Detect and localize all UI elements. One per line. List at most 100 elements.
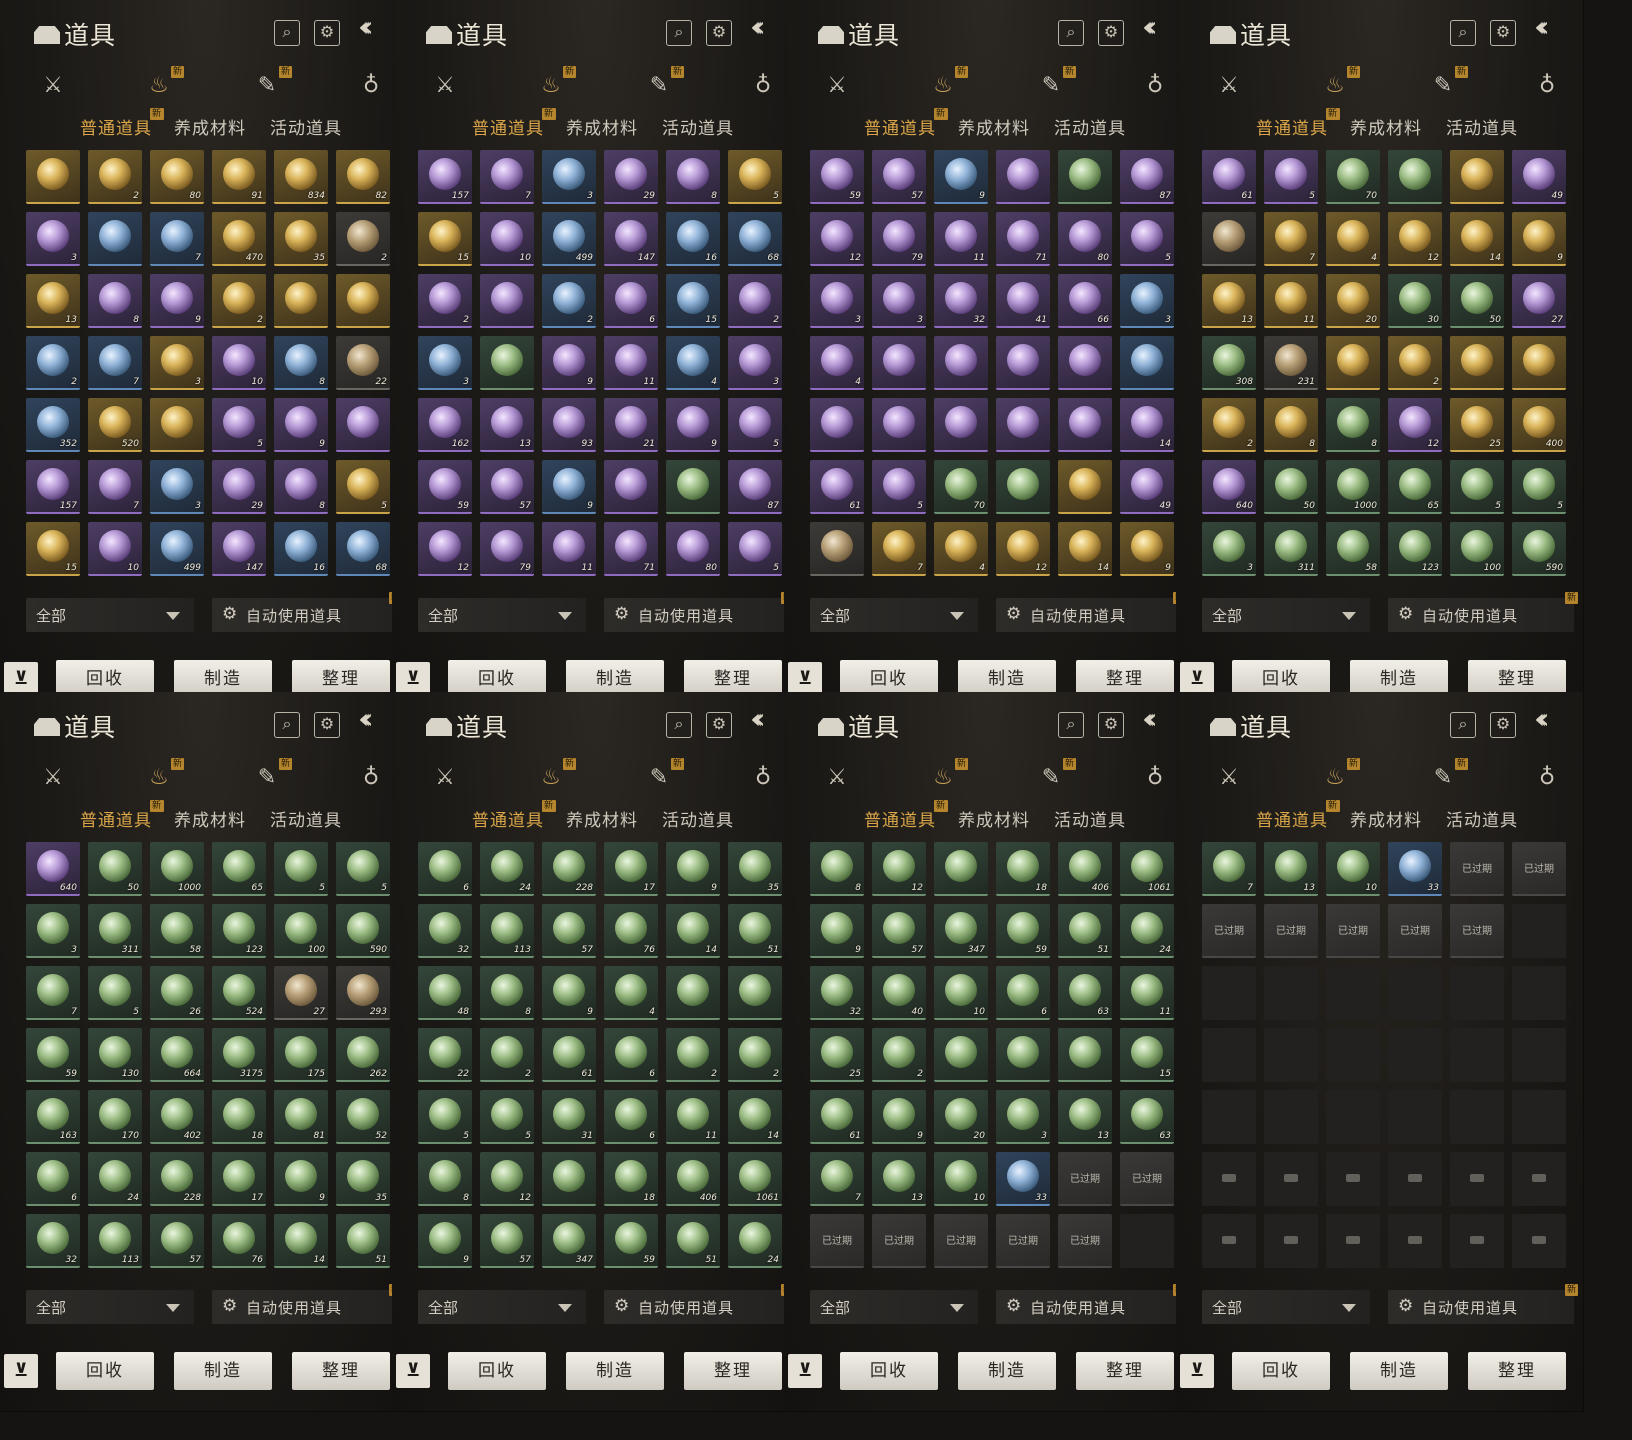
item-slot[interactable]: 3 bbox=[1202, 522, 1256, 576]
back-arrows-icon[interactable]: ‹‹‹ bbox=[1142, 10, 1157, 43]
item-slot[interactable]: 20 bbox=[934, 1090, 988, 1144]
item-slot[interactable]: 9 bbox=[1120, 522, 1174, 576]
item-slot[interactable]: 8 bbox=[274, 460, 328, 514]
item-slot[interactable]: 35 bbox=[336, 1152, 390, 1206]
item-slot[interactable]: 15 bbox=[666, 274, 720, 328]
item-slot[interactable]: 14 bbox=[274, 1214, 328, 1268]
item-slot[interactable]: 9 bbox=[542, 966, 596, 1020]
tab-common-items[interactable]: 普通道具新 bbox=[864, 108, 948, 139]
item-slot[interactable]: 57 bbox=[480, 460, 534, 514]
item-slot[interactable]: 13 bbox=[1264, 842, 1318, 896]
item-slot[interactable]: 41 bbox=[996, 274, 1050, 328]
item-slot[interactable]: 10 bbox=[480, 212, 534, 266]
item-slot[interactable]: 5 bbox=[728, 522, 782, 576]
item-slot[interactable]: 590 bbox=[1512, 522, 1566, 576]
item-slot[interactable]: 76 bbox=[212, 1214, 266, 1268]
item-slot[interactable] bbox=[1202, 212, 1256, 266]
tab-event-items[interactable]: 活动道具 bbox=[1446, 114, 1518, 139]
category-scrolls[interactable]: ✎ 新 bbox=[250, 66, 292, 104]
item-slot[interactable]: 8 bbox=[666, 150, 720, 204]
item-slot[interactable]: 9 bbox=[274, 398, 328, 452]
item-slot[interactable] bbox=[934, 398, 988, 452]
item-slot[interactable]: 57 bbox=[542, 904, 596, 958]
item-slot[interactable]: 157 bbox=[418, 150, 472, 204]
item-slot[interactable]: 已过期 bbox=[1120, 1152, 1174, 1206]
item-slot[interactable] bbox=[604, 460, 658, 514]
item-slot[interactable]: 6 bbox=[604, 274, 658, 328]
item-slot[interactable]: 402 bbox=[150, 1090, 204, 1144]
category-quest[interactable]: ♁ bbox=[1530, 762, 1564, 796]
item-slot[interactable]: 18 bbox=[996, 842, 1050, 896]
craft-button[interactable]: 制造 bbox=[174, 1352, 272, 1390]
item-slot[interactable] bbox=[1326, 336, 1380, 390]
item-slot[interactable]: 3 bbox=[418, 336, 472, 390]
auto-use-button[interactable]: ⚙ 自动使用道具 新 bbox=[996, 592, 1186, 632]
item-slot[interactable]: 已过期 bbox=[1450, 842, 1504, 896]
auto-use-button[interactable]: ⚙ 自动使用道具 新 bbox=[1388, 592, 1578, 632]
tab-common-items[interactable]: 普通道具新 bbox=[472, 800, 556, 831]
item-slot[interactable] bbox=[1450, 150, 1504, 204]
item-slot[interactable]: 81 bbox=[274, 1090, 328, 1144]
item-slot[interactable]: 147 bbox=[212, 522, 266, 576]
item-slot[interactable]: 59 bbox=[604, 1214, 658, 1268]
item-slot[interactable]: 262 bbox=[336, 1028, 390, 1082]
item-slot[interactable]: 31 bbox=[542, 1090, 596, 1144]
category-equipment[interactable]: ⚔ bbox=[36, 70, 70, 104]
item-slot[interactable]: 11 bbox=[1264, 274, 1318, 328]
item-slot[interactable]: 4 bbox=[810, 336, 864, 390]
item-slot[interactable]: 2 bbox=[666, 1028, 720, 1082]
item-slot[interactable]: 71 bbox=[996, 212, 1050, 266]
item-slot[interactable]: 71 bbox=[604, 522, 658, 576]
sort-button[interactable]: 整理 bbox=[1076, 1352, 1174, 1390]
tab-cultivation-materials[interactable]: 养成材料 bbox=[1350, 806, 1422, 831]
search-button[interactable]: ⌕ bbox=[1450, 20, 1476, 46]
category-scrolls[interactable]: ✎ 新 bbox=[1034, 66, 1076, 104]
item-slot[interactable] bbox=[666, 460, 720, 514]
tab-event-items[interactable]: 活动道具 bbox=[1446, 806, 1518, 831]
item-slot[interactable]: 12 bbox=[418, 522, 472, 576]
back-arrows-icon[interactable]: ‹‹‹ bbox=[1534, 702, 1549, 735]
tab-event-items[interactable]: 活动道具 bbox=[270, 806, 342, 831]
item-slot[interactable]: 已过期 bbox=[1058, 1214, 1112, 1268]
item-slot[interactable] bbox=[274, 274, 328, 328]
item-slot[interactable]: 157 bbox=[26, 460, 80, 514]
item-slot[interactable]: 30 bbox=[1388, 274, 1442, 328]
item-slot[interactable]: 590 bbox=[336, 904, 390, 958]
category-equipment[interactable]: ⚔ bbox=[1212, 762, 1246, 796]
item-slot[interactable]: 3 bbox=[810, 274, 864, 328]
item-slot[interactable]: 5 bbox=[336, 460, 390, 514]
search-button[interactable]: ⌕ bbox=[1058, 20, 1084, 46]
item-slot[interactable]: 2 bbox=[480, 1028, 534, 1082]
item-slot[interactable]: 8 bbox=[418, 1152, 472, 1206]
item-slot[interactable]: 59 bbox=[418, 460, 472, 514]
search-button[interactable]: ⌕ bbox=[274, 20, 300, 46]
item-slot[interactable]: 7 bbox=[810, 1152, 864, 1206]
item-slot[interactable]: 3 bbox=[728, 336, 782, 390]
item-slot[interactable] bbox=[996, 336, 1050, 390]
item-slot[interactable] bbox=[934, 336, 988, 390]
item-slot[interactable]: 35 bbox=[728, 842, 782, 896]
recycle-button[interactable]: 回收 bbox=[56, 1352, 154, 1390]
item-slot[interactable]: 50 bbox=[1450, 274, 1504, 328]
item-slot[interactable]: 231 bbox=[1264, 336, 1318, 390]
item-slot[interactable] bbox=[150, 398, 204, 452]
item-slot[interactable]: 3 bbox=[542, 150, 596, 204]
item-slot[interactable]: 12 bbox=[1388, 212, 1442, 266]
item-slot[interactable]: 51 bbox=[1058, 904, 1112, 958]
item-slot[interactable]: 13 bbox=[480, 398, 534, 452]
item-slot[interactable]: 32 bbox=[418, 904, 472, 958]
item-slot[interactable]: 175 bbox=[274, 1028, 328, 1082]
item-slot[interactable]: 5 bbox=[1264, 150, 1318, 204]
settings-button[interactable]: ⚙ bbox=[1098, 20, 1124, 46]
item-slot[interactable]: 7 bbox=[1202, 842, 1256, 896]
item-slot[interactable]: 130 bbox=[88, 1028, 142, 1082]
item-slot[interactable]: 80 bbox=[666, 522, 720, 576]
item-slot[interactable]: 834 bbox=[274, 150, 328, 204]
item-slot[interactable]: 12 bbox=[996, 522, 1050, 576]
item-slot[interactable] bbox=[934, 1028, 988, 1082]
item-slot[interactable]: 6 bbox=[604, 1090, 658, 1144]
item-slot[interactable] bbox=[996, 150, 1050, 204]
item-slot[interactable]: 49 bbox=[1512, 150, 1566, 204]
item-slot[interactable]: 10 bbox=[934, 966, 988, 1020]
item-slot[interactable]: 79 bbox=[872, 212, 926, 266]
